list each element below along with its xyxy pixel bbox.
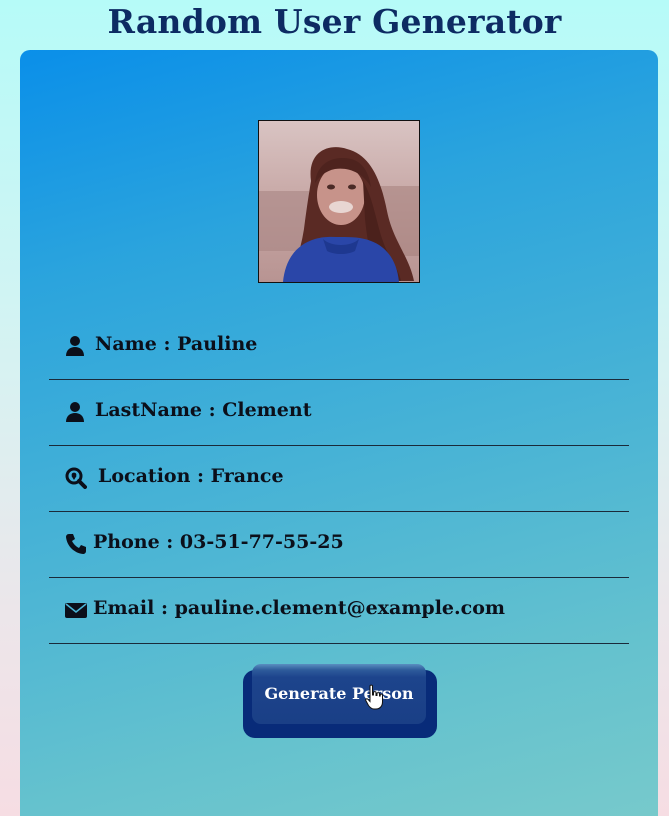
phone-icon xyxy=(65,533,87,555)
hand-pointer-icon xyxy=(365,684,383,710)
portrait-image xyxy=(259,121,419,282)
search-location-icon xyxy=(65,467,87,489)
user-info-list: Name : Pauline LastName : Clement Locati… xyxy=(49,315,629,645)
user-icon xyxy=(65,401,87,423)
generate-button-wrapper: Generate Person xyxy=(243,664,437,740)
user-card: Name : Pauline LastName : Clement Locati… xyxy=(20,50,658,816)
lastname-row: LastName : Clement xyxy=(49,381,629,446)
phone-text: Phone : 03-51-77-55-25 xyxy=(93,531,344,553)
email-text: Email : pauline.clement@example.com xyxy=(93,597,505,619)
envelope-icon xyxy=(65,599,87,621)
phone-row: Phone : 03-51-77-55-25 xyxy=(49,513,629,578)
name-text: Name : Pauline xyxy=(95,333,258,355)
email-row: Email : pauline.clement@example.com xyxy=(49,579,629,644)
location-row: Location : France xyxy=(49,447,629,512)
generate-person-button[interactable]: Generate Person xyxy=(252,664,426,724)
page-title: Random User Generator xyxy=(107,2,562,41)
user-photo xyxy=(258,120,420,283)
name-row: Name : Pauline xyxy=(49,315,629,380)
lastname-text: LastName : Clement xyxy=(95,399,312,421)
user-icon xyxy=(65,335,87,357)
location-text: Location : France xyxy=(98,465,284,487)
